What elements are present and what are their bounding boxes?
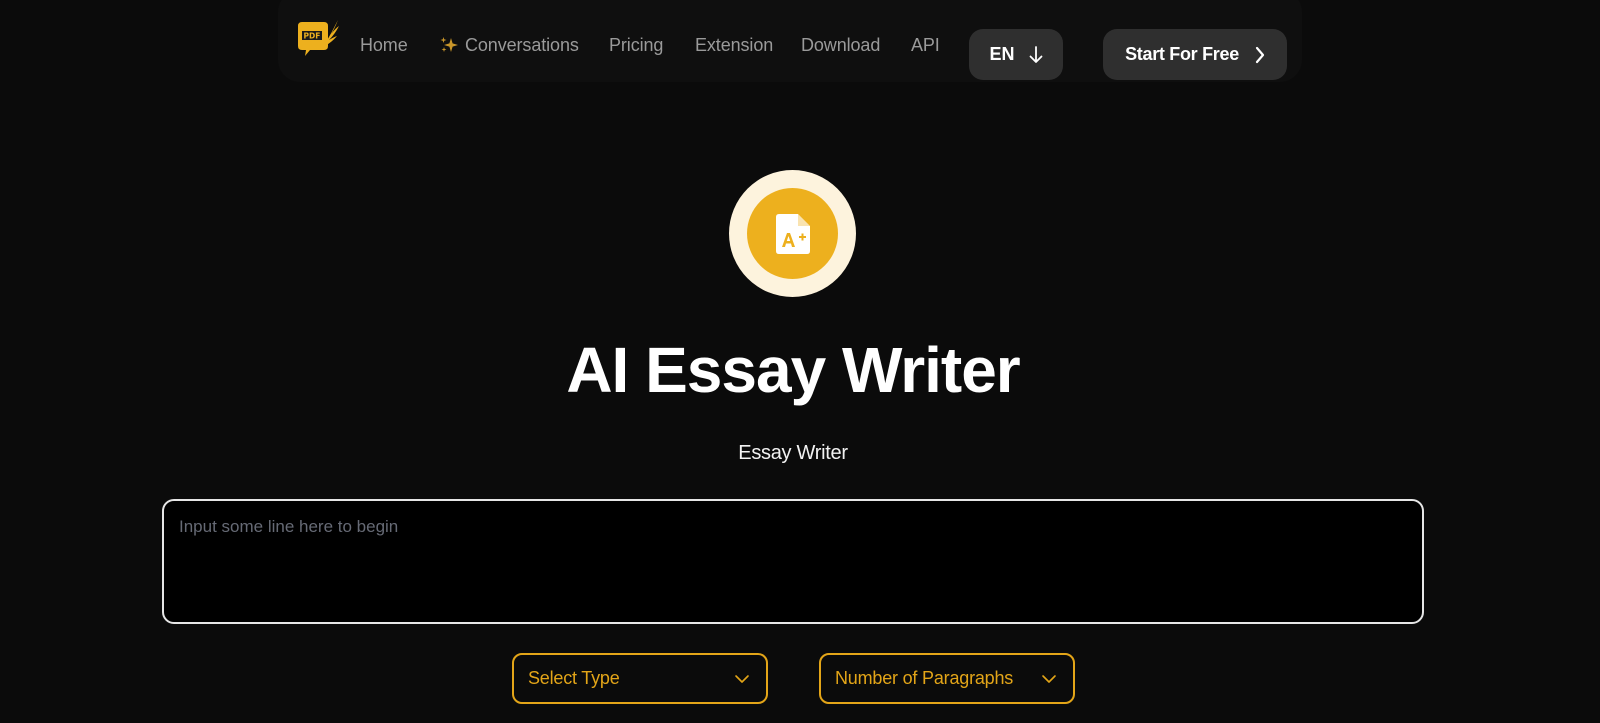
- nav-link-label: Pricing: [609, 35, 664, 55]
- nav-link-label: Conversations: [465, 35, 579, 55]
- language-label: EN: [989, 44, 1015, 64]
- nav-link-label: Extension: [695, 35, 774, 55]
- hero-icon-circle: [747, 188, 838, 279]
- sparkle-icon: [440, 37, 458, 52]
- hero-icon-badge: [729, 170, 856, 297]
- nav-link-download[interactable]: Download: [801, 34, 880, 56]
- number-of-paragraphs-dropdown[interactable]: Number of Paragraphs: [819, 653, 1075, 704]
- page-title: AI Essay Writer: [566, 334, 1020, 406]
- essay-prompt-input[interactable]: [162, 499, 1424, 624]
- top-navigation: PDF Home Conversations Pricing Extension: [278, 0, 1302, 82]
- nav-link-extension[interactable]: Extension: [695, 34, 773, 56]
- select-type-label: Select Type: [528, 668, 620, 688]
- chevron-right-icon: [1255, 46, 1265, 63]
- nav-links: Home Conversations Pricing Extension Dow…: [278, 0, 1302, 82]
- nav-link-conversations[interactable]: Conversations: [439, 34, 579, 56]
- nav-link-home[interactable]: Home: [360, 34, 408, 56]
- nav-link-label: Download: [801, 35, 881, 55]
- language-selector-button[interactable]: EN: [969, 29, 1063, 80]
- select-type-dropdown[interactable]: Select Type: [512, 653, 768, 704]
- nav-link-label: Home: [360, 35, 408, 55]
- nav-link-api[interactable]: API: [911, 34, 940, 56]
- start-for-free-label: Start For Free: [1125, 44, 1239, 64]
- page-subtitle: Essay Writer: [738, 442, 848, 464]
- document-a-plus-icon: [775, 213, 810, 254]
- nav-link-label: API: [911, 35, 940, 55]
- chevron-down-icon: [735, 674, 749, 683]
- start-for-free-button[interactable]: Start For Free: [1103, 29, 1287, 80]
- chevron-down-icon: [1042, 674, 1056, 683]
- number-of-paragraphs-label: Number of Paragraphs: [835, 668, 1014, 688]
- nav-link-pricing[interactable]: Pricing: [609, 34, 663, 56]
- page: PDF Home Conversations Pricing Extension: [0, 0, 1600, 723]
- arrow-down-icon: [1029, 45, 1042, 63]
